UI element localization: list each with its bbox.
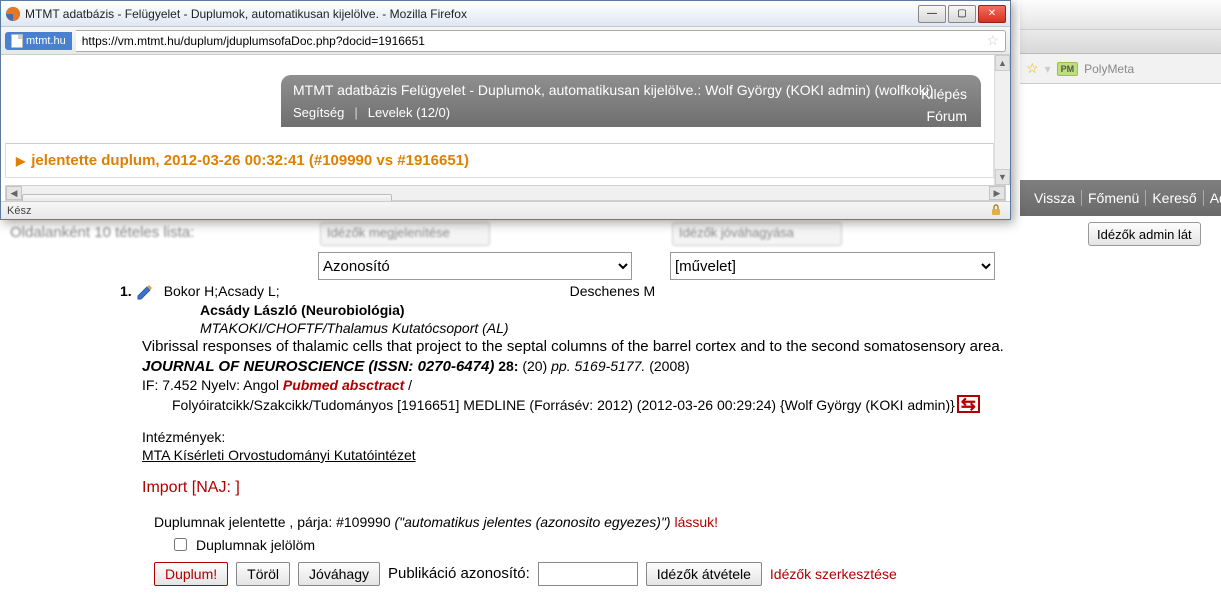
caret-right-icon: ▶ (16, 154, 25, 168)
nav-fomenu[interactable]: Főmenü (1081, 190, 1139, 206)
nav-kereso[interactable]: Kereső (1145, 190, 1196, 206)
import-info: Import [NAJ: ] (142, 478, 1207, 499)
merge-icon[interactable]: ⇆ (957, 395, 980, 413)
polymeta-icon[interactable]: PM (1057, 62, 1079, 76)
scroll-right-arrow[interactable]: ▶ (989, 186, 1005, 200)
bookmark-star-icon[interactable]: ☆ (986, 32, 999, 49)
rear-nav-bar: Vissza Főmenü Kereső Ad (1020, 180, 1221, 216)
duplum-checkbox[interactable] (174, 538, 187, 551)
popup-window: MTMT adatbázis - Felügyelet - Duplumok, … (0, 0, 1011, 220)
btn-duplum[interactable]: Duplum! (154, 562, 228, 586)
page-icon (11, 34, 23, 48)
help-link[interactable]: Segítség (293, 104, 344, 122)
institutions-label: Intézmények: (142, 428, 1207, 446)
forum-link[interactable]: Fórum (927, 107, 967, 126)
scroll-left-arrow[interactable]: ◀ (6, 186, 22, 200)
duplicate-alert-row[interactable]: ▶ jelentette duplum, 2012-03-26 00:32:41… (5, 143, 994, 178)
btn-idezok-atvetele[interactable]: Idézők átvétele (646, 562, 762, 586)
pub-id-label: Publikáció azonosító: (388, 564, 530, 584)
scroll-down-arrow[interactable]: ▼ (995, 169, 1010, 185)
nav-ad[interactable]: Ad (1203, 190, 1221, 206)
app-header-banner: MTMT adatbázis Felügyelet - Duplumok, au… (281, 75, 981, 127)
institution-link[interactable]: MTA Kísérleti Orvostudományi Kutatóintéz… (142, 447, 416, 463)
status-bar: Kész (1, 201, 1010, 219)
record-meta: Folyóiratcikk/Szakcikk/Tudományos [19166… (172, 397, 955, 413)
if-lang-prefix: IF: 7.452 Nyelv: Angol (142, 377, 283, 393)
citers-edit-link[interactable]: Idézők szerkesztése (770, 565, 897, 583)
vertical-scrollbar[interactable]: ▲ ▼ (994, 55, 1010, 185)
volume: 28: (494, 358, 518, 374)
firefox-icon (5, 6, 21, 22)
url-field[interactable]: https://vm.mtmt.hu/duplum/jduplumsofaDoc… (76, 30, 1006, 52)
rear-window-tabbar (1020, 30, 1221, 54)
duplum-report-text: Duplumnak jelentette , párja: #109990 (154, 514, 395, 530)
dropdown-azonosito[interactable]: Azonosító (318, 252, 632, 280)
rear-window-titlebar (1020, 0, 1221, 30)
duplum-checkbox-label: Duplumnak jelölöm (196, 536, 315, 554)
scroll-up-arrow[interactable]: ▲ (995, 55, 1010, 71)
duplum-report-note: ("automatikus jelentes (azonosito egyeze… (395, 514, 671, 530)
logout-link[interactable]: Kilépés (921, 85, 967, 104)
authors-right: Deschenes M (570, 283, 656, 299)
btn-idezok-megjelenitese[interactable]: Idézők megjelenítése (320, 222, 490, 246)
minimize-button[interactable]: — (918, 5, 946, 23)
year: (2008) (645, 358, 689, 374)
banner-title: MTMT adatbázis Felügyelet - Duplumok, au… (293, 81, 969, 100)
btn-idezok-admin[interactable]: Idézők admin lát (1088, 222, 1201, 246)
pages: pp. 5169-5177. (551, 358, 645, 374)
favorites-star-icon[interactable]: ☆ (1026, 60, 1039, 77)
btn-idezok-jovahagyasa[interactable]: Idézők jóváhagyása (672, 222, 842, 246)
messages-link[interactable]: Levelek (12/0) (368, 104, 450, 122)
dropdown-muvelet[interactable]: [művelet] (670, 252, 995, 280)
lassuk-link[interactable]: lássuk! (671, 514, 718, 530)
close-button[interactable]: ✕ (978, 5, 1006, 23)
rear-toolbar: ☆ ▾ PM PolyMeta (1020, 54, 1221, 84)
window-titlebar[interactable]: MTMT adatbázis - Felügyelet - Duplumok, … (1, 1, 1010, 27)
btn-torol[interactable]: Töröl (236, 562, 290, 586)
site-identity-badge[interactable]: mtmt.hu (5, 32, 72, 50)
pubmed-abstract-link[interactable]: Pubmed absctract (283, 377, 404, 393)
journal-name: JOURNAL OF NEUROSCIENCE (ISSN: 0270-6474… (142, 358, 494, 375)
publication-title: Vibrissal responses of thalamic cells th… (142, 337, 1207, 357)
if-suffix: / (404, 377, 412, 393)
pub-id-input[interactable] (538, 562, 638, 586)
window-title: MTMT adatbázis - Felügyelet - Duplumok, … (25, 7, 918, 21)
issue: (20) (518, 358, 551, 374)
polymeta-label[interactable]: PolyMeta (1084, 62, 1134, 76)
item-number: 1. (120, 283, 132, 299)
highlighted-author: Acsády László (Neurobiológia) (200, 301, 1207, 319)
affiliation: MTAKOKI/CHOFTF/Thalamus Kutatócsoport (A… (200, 319, 1207, 337)
edit-pencil-icon[interactable] (136, 283, 154, 301)
lock-icon (990, 204, 1004, 218)
maximize-button[interactable]: ▢ (948, 5, 976, 23)
list-config-label: Oldalanként 10 tételes lista: (10, 224, 194, 241)
nav-vissza[interactable]: Vissza (1028, 190, 1075, 206)
duplicate-alert-text: jelentette duplum, 2012-03-26 00:32:41 (… (31, 152, 469, 169)
address-bar: mtmt.hu https://vm.mtmt.hu/duplum/jduplu… (1, 27, 1010, 55)
status-text: Kész (7, 205, 31, 217)
btn-jovahagy[interactable]: Jóváhagy (298, 562, 380, 586)
horizontal-scrollbar[interactable]: ◀ ▶ (5, 185, 1006, 201)
authors-left: Bokor H;Acsady L; (164, 283, 280, 299)
